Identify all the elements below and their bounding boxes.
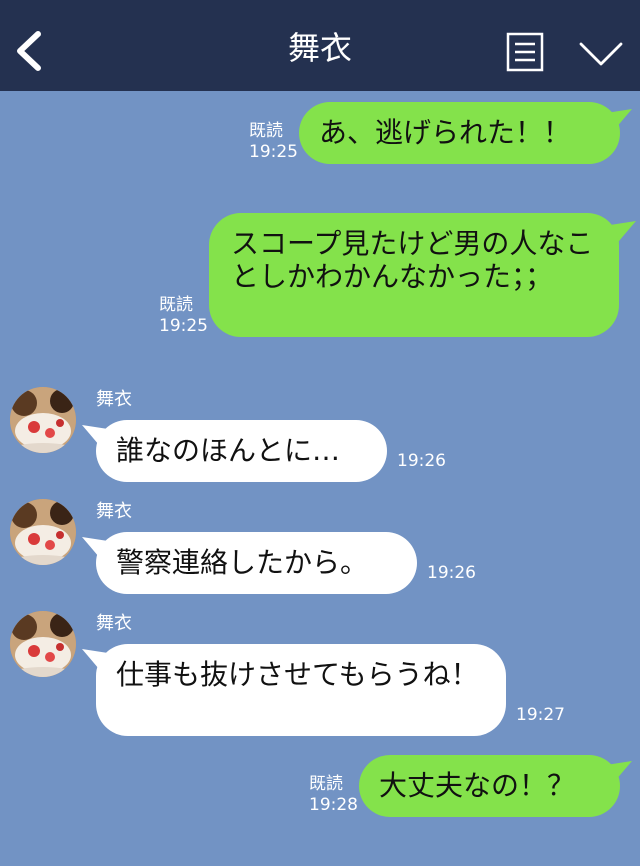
sender-name: 舞衣 (96, 389, 132, 410)
chevron-down-icon[interactable] (578, 40, 624, 68)
message-bubble-sent[interactable]: 大丈夫なの！？ (359, 755, 620, 817)
timestamp: 19:28 (309, 795, 358, 815)
read-label: 既読 (309, 774, 343, 794)
avatar[interactable] (10, 611, 76, 677)
timestamp: 19:27 (516, 705, 565, 725)
read-receipt: 既読 19:25 (159, 295, 208, 337)
message-bubble-received[interactable]: 誰なのほんとに… (96, 420, 387, 482)
timestamp: 19:26 (397, 451, 446, 471)
cake-photo-icon (10, 611, 76, 677)
chat-header: 舞衣 (0, 0, 640, 91)
timestamp: 19:25 (159, 316, 208, 336)
cake-photo-icon (10, 499, 76, 565)
chat-title: 舞衣 (287, 29, 352, 67)
message-bubble-received[interactable]: 警察連絡したから。 (96, 532, 417, 594)
read-label: 既読 (159, 295, 193, 315)
avatar[interactable] (10, 499, 76, 565)
sender-name: 舞衣 (96, 501, 132, 522)
message-list[interactable]: 既読 19:25 あ、逃げられた！！ 既読 19:25 スコープ見たけど男の人な… (0, 91, 640, 866)
timestamp: 19:25 (249, 142, 298, 162)
cake-photo-icon (10, 387, 76, 453)
read-label: 既読 (249, 121, 283, 141)
message-bubble-sent[interactable]: スコープ見たけど男の人なことしかわかんなかった；； (209, 213, 619, 337)
read-receipt: 既読 19:25 (249, 121, 298, 163)
sender-name: 舞衣 (96, 613, 132, 634)
avatar[interactable] (10, 387, 76, 453)
message-bubble-sent[interactable]: あ、逃げられた！！ (299, 102, 620, 164)
read-receipt: 既読 19:28 (309, 774, 358, 816)
message-bubble-received[interactable]: 仕事も抜けさせてもらうね！ (96, 644, 506, 736)
timestamp: 19:26 (427, 563, 476, 583)
document-menu-icon[interactable] (506, 32, 544, 72)
